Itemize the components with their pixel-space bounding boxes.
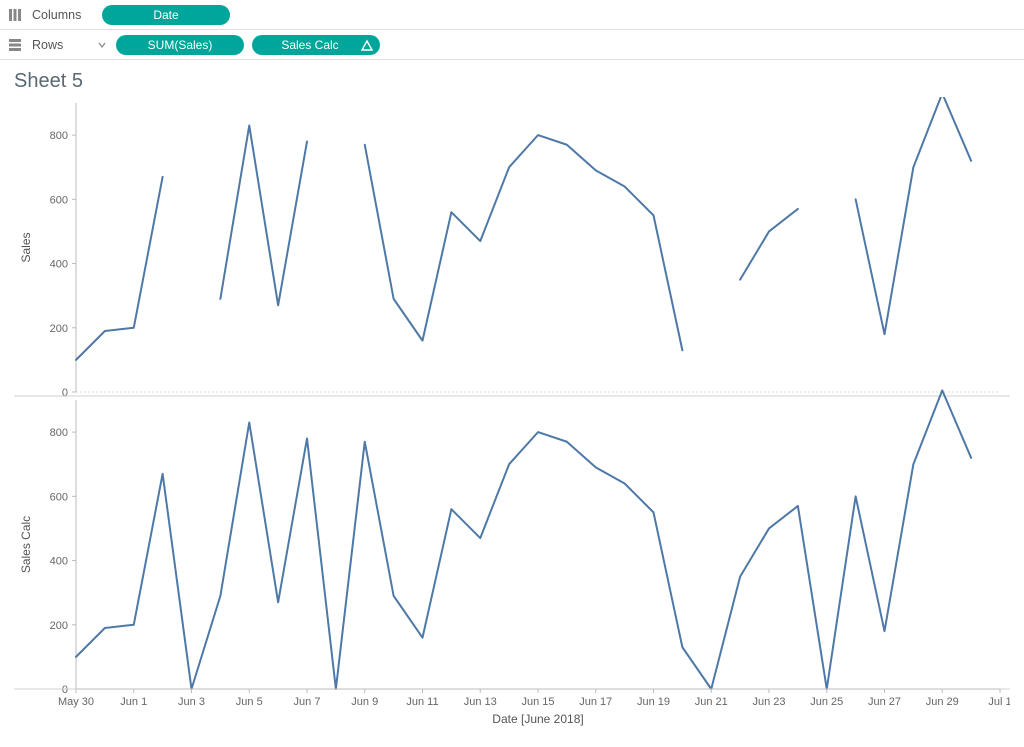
svg-text:Jun 7: Jun 7 xyxy=(294,696,321,708)
svg-text:Jun 1: Jun 1 xyxy=(120,696,147,708)
svg-text:400: 400 xyxy=(50,259,68,271)
svg-text:Jun 13: Jun 13 xyxy=(464,696,497,708)
rows-caret-icon[interactable] xyxy=(96,39,108,51)
svg-text:800: 800 xyxy=(50,427,68,439)
rows-label: Rows xyxy=(32,38,94,52)
svg-text:Jun 9: Jun 9 xyxy=(351,696,378,708)
svg-text:Sales Calc: Sales Calc xyxy=(19,516,33,573)
svg-text:Jun 21: Jun 21 xyxy=(695,696,728,708)
svg-text:200: 200 xyxy=(50,323,68,335)
columns-shelf[interactable]: Columns Date xyxy=(0,0,1024,30)
svg-text:400: 400 xyxy=(50,556,68,568)
svg-text:0: 0 xyxy=(62,387,68,399)
sheet-area: Sheet 5 0 200 400 600 800 Sales 0 200 400 600 800 S… xyxy=(0,60,1024,727)
pill-sales-calc[interactable]: Sales Calc xyxy=(252,35,380,55)
chart-svg: 0 200 400 600 800 Sales 0 200 400 600 800 Sales Cal… xyxy=(14,97,1010,737)
svg-text:Sales: Sales xyxy=(19,232,33,262)
table-calc-icon xyxy=(360,38,374,55)
rows-icon xyxy=(6,36,24,54)
svg-text:Jun 17: Jun 17 xyxy=(579,696,612,708)
pill-label: SUM(Sales) xyxy=(148,38,213,52)
svg-text:Jun 15: Jun 15 xyxy=(521,696,554,708)
pill-sum-sales[interactable]: SUM(Sales) xyxy=(116,35,244,55)
svg-text:800: 800 xyxy=(50,130,68,142)
svg-text:600: 600 xyxy=(50,194,68,206)
svg-text:Date [June 2018]: Date [June 2018] xyxy=(492,712,583,726)
pill-label: Sales Calc xyxy=(281,38,338,52)
chart-container[interactable]: 0 200 400 600 800 Sales 0 200 400 600 800 Sales Cal… xyxy=(14,97,1010,727)
pill-label: Date xyxy=(153,8,178,22)
pill-date[interactable]: Date xyxy=(102,5,230,25)
svg-text:Jun 25: Jun 25 xyxy=(810,696,843,708)
svg-text:May 30: May 30 xyxy=(58,696,94,708)
svg-text:Jun 3: Jun 3 xyxy=(178,696,205,708)
svg-text:Jun 27: Jun 27 xyxy=(868,696,901,708)
svg-text:Jul 1: Jul 1 xyxy=(988,696,1010,708)
svg-text:200: 200 xyxy=(50,620,68,632)
columns-icon xyxy=(6,6,24,24)
svg-text:Jun 5: Jun 5 xyxy=(236,696,263,708)
svg-text:Jun 23: Jun 23 xyxy=(752,696,785,708)
svg-text:Jun 11: Jun 11 xyxy=(406,696,438,708)
svg-text:Jun 29: Jun 29 xyxy=(926,696,959,708)
svg-text:0: 0 xyxy=(62,684,68,696)
svg-text:600: 600 xyxy=(50,491,68,503)
sheet-title[interactable]: Sheet 5 xyxy=(14,70,1010,93)
columns-label: Columns xyxy=(32,8,94,22)
svg-text:Jun 19: Jun 19 xyxy=(637,696,670,708)
rows-shelf[interactable]: Rows SUM(Sales) Sales Calc xyxy=(0,30,1024,60)
